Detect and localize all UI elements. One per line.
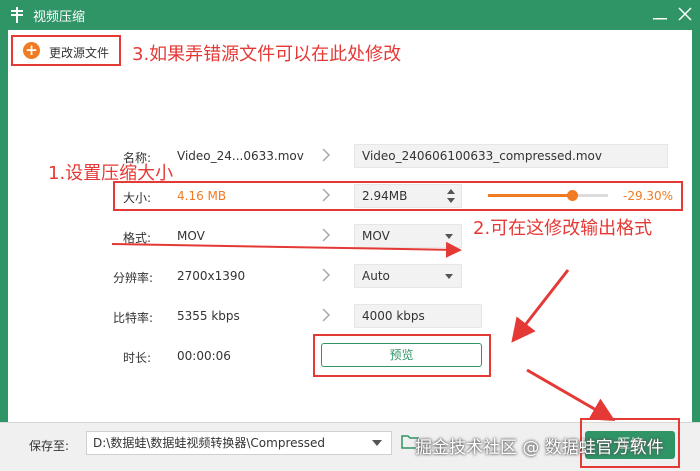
output-path-select[interactable]: D:\数据蛙\数据蛙视频转换器\Compressed [86, 431, 392, 455]
right-border [692, 30, 700, 422]
annotation-3: 3.如果弄错源文件可以在此处修改 [132, 44, 402, 65]
left-border [0, 30, 8, 422]
output-name-value: Video_240606100633_compressed.mov [362, 149, 602, 163]
size-label: 大小: [123, 191, 152, 205]
size-slider[interactable] [488, 190, 608, 201]
format-output-value: MOV [362, 229, 390, 243]
compress-arrow [526, 368, 616, 422]
size-output-value: 2.94MB [362, 189, 408, 203]
duration-label: 时长: [123, 351, 152, 365]
chevron-down-icon [372, 440, 382, 446]
spinner-arrows-icon[interactable] [447, 188, 455, 204]
duration-value: 00:00:06 [177, 349, 231, 363]
resolution-output-value: Auto [362, 269, 390, 283]
size-slider-handle[interactable] [567, 190, 578, 201]
name-label: 名称: [123, 151, 152, 165]
bitrate-label: 比特率: [113, 311, 154, 325]
chevron-right-icon [322, 188, 331, 202]
size-source-value: 4.16 MB [177, 189, 227, 203]
chevron-right-icon [322, 308, 331, 322]
plus-icon: + [23, 42, 40, 59]
size-stepper[interactable]: 2.94MB [354, 184, 462, 208]
name-source-value: Video_24...0633.mov [177, 149, 304, 163]
resolution-label: 分辨率: [113, 271, 154, 285]
resolution-source-value: 2700x1390 [177, 269, 246, 283]
output-path-value: D:\数据蛙\数据蛙视频转换器\Compressed [93, 436, 325, 450]
size-slider-fill [488, 194, 572, 197]
chevron-right-icon [322, 268, 331, 282]
chevron-right-icon [322, 228, 331, 242]
save-to-label: 保存至: [29, 439, 70, 453]
watermark: 掘金技术社区 @ 数据蛙官方软件 [415, 438, 664, 458]
window-title: 视频压缩 [33, 10, 86, 25]
bitrate-field[interactable]: 4000 kbps [354, 304, 482, 328]
app-logo-icon [11, 7, 23, 23]
resolution-select[interactable]: Auto [354, 264, 462, 288]
bitrate-output-value: 4000 kbps [362, 309, 425, 323]
annotation-2: 2.可在这修改输出格式 [473, 218, 653, 239]
chevron-down-icon [445, 234, 453, 239]
chevron-right-icon [322, 148, 331, 162]
bitrate-source-value: 5355 kbps [177, 309, 240, 323]
format-label: 格式: [123, 231, 152, 245]
preview-label: 预览 [389, 348, 414, 362]
format-source-value: MOV [177, 229, 205, 243]
minimize-icon[interactable] [650, 3, 670, 25]
chevron-down-icon [445, 274, 453, 279]
close-icon[interactable] [676, 5, 694, 23]
change-source-button[interactable]: + 更改源文件 [11, 35, 121, 66]
output-name-field[interactable]: Video_240606100633_compressed.mov [354, 144, 668, 168]
preview-arrow [511, 269, 570, 343]
change-source-label: 更改源文件 [49, 46, 110, 60]
format-select[interactable]: MOV [354, 224, 462, 248]
preview-button[interactable]: 预览 [321, 343, 482, 367]
size-percent: -29.30% [623, 189, 674, 203]
title-bar: 视频压缩 [0, 0, 700, 30]
